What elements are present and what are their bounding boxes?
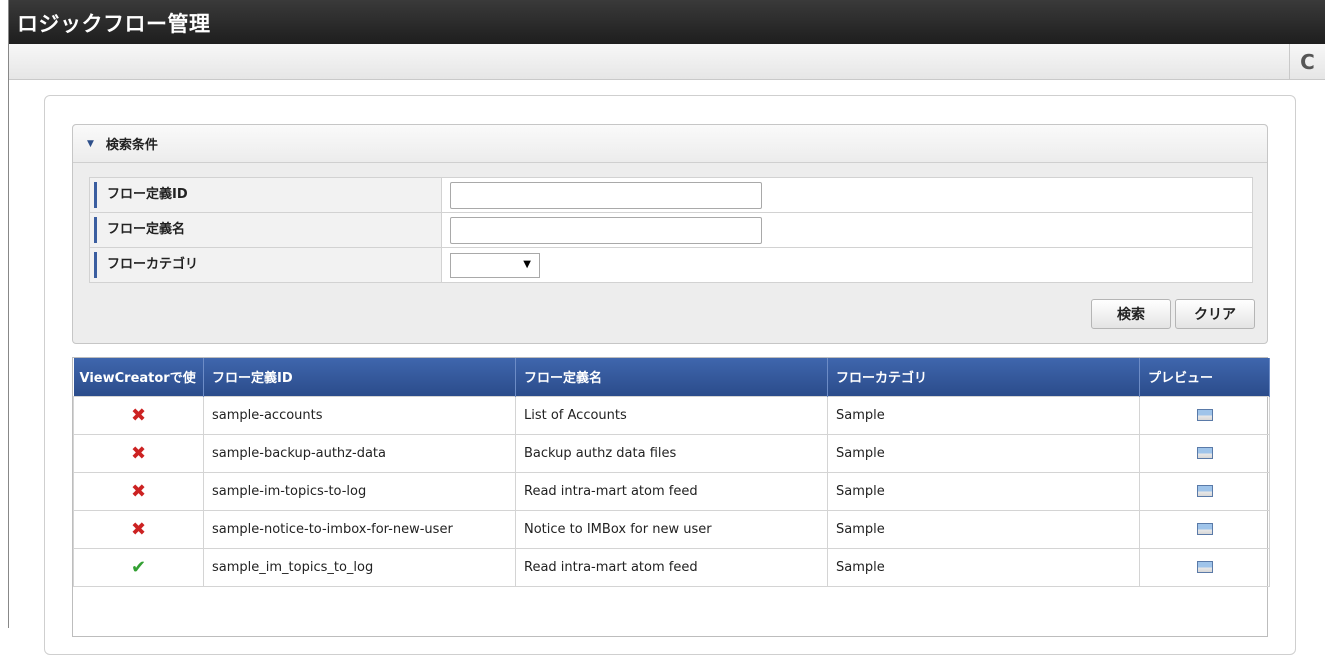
table-row[interactable]: ✔ sample_im_topics_to_log Read intra-mart … [73, 547, 1270, 587]
flow-name-cell: Notice to IMBox for new user [515, 509, 828, 549]
flow-category-label: フローカテゴリ [94, 252, 441, 278]
flow-category-cell: Sample [827, 395, 1140, 435]
refresh-icon[interactable]: C [1289, 44, 1325, 80]
collapse-triangle-icon[interactable]: ▼ [87, 139, 94, 149]
search-conditions-panel: ▼ 検索条件 フロー定義ID フロー定義名 フローカテゴリ ▼ 検索 クリア [72, 124, 1268, 344]
search-conditions-header[interactable]: ▼ 検索条件 [73, 125, 1267, 163]
table-row[interactable]: ✖ sample-backup-authz-data Backup authz da… [73, 433, 1270, 473]
column-header-flow-name[interactable]: フロー定義名 [515, 358, 828, 396]
column-header-flow-id[interactable]: フロー定義ID [203, 358, 516, 396]
cross-icon: ✖ [130, 404, 147, 426]
flow-name-label: フロー定義名 [94, 217, 441, 243]
flow-id-cell: sample-backup-authz-data [203, 433, 516, 473]
flow-list-grid: ViewCreatorで使 フロー定義ID フロー定義名 フローカテゴリ プレビ… [72, 357, 1270, 637]
flow-category-cell: Sample [827, 547, 1140, 587]
search-conditions-label: 検索条件 [105, 138, 158, 153]
table-row[interactable]: ✖ sample-notice-to-imbox-for-new-user Noti… [73, 509, 1270, 549]
preview-icon[interactable] [1196, 561, 1213, 573]
preview-icon[interactable] [1196, 447, 1213, 459]
search-button[interactable]: 検索 [1091, 299, 1171, 329]
window-left-border [0, 0, 9, 628]
toolbar: C [9, 44, 1325, 80]
flow-category-cell: Sample [827, 509, 1140, 549]
clear-button[interactable]: クリア [1175, 299, 1255, 329]
preview-icon[interactable] [1196, 523, 1213, 535]
flow-name-cell: Read intra-mart atom feed [515, 547, 828, 587]
flow-category-cell: Sample [827, 433, 1140, 473]
cross-icon: ✖ [130, 480, 147, 502]
column-header-preview[interactable]: プレビュー [1139, 358, 1270, 396]
cross-icon: ✖ [130, 442, 147, 464]
checkmark-icon: ✔ [130, 556, 147, 578]
condition-row-flow-category: フローカテゴリ ▼ [89, 247, 1253, 283]
preview-icon[interactable] [1196, 485, 1213, 497]
flow-name-cell: Read intra-mart atom feed [515, 471, 828, 511]
flow-id-input[interactable] [450, 181, 762, 209]
flow-name-cell: List of Accounts [515, 395, 828, 435]
condition-row-flow-name: フロー定義名 [89, 212, 1253, 248]
flow-id-cell: sample-notice-to-imbox-for-new-user [203, 509, 516, 549]
table-row[interactable]: ✖ sample-accounts List of Accounts Sample [73, 395, 1270, 435]
flow-category-cell: Sample [827, 471, 1140, 511]
flow-name-cell: Backup authz data files [515, 433, 828, 473]
condition-row-flow-id: フロー定義ID [89, 177, 1253, 213]
title-bar: ロジックフロー管理 [9, 0, 1325, 44]
flow-list-table: ViewCreatorで使 フロー定義ID フロー定義名 フローカテゴリ プレビ… [73, 358, 1270, 587]
table-row[interactable]: ✖ sample-im-topics-to-log Read intra-mart … [73, 471, 1270, 511]
preview-icon[interactable] [1196, 409, 1213, 421]
flow-id-label: フロー定義ID [94, 182, 441, 208]
flow-id-cell: sample_im_topics_to_log [203, 547, 516, 587]
flow-category-select[interactable]: ▼ [450, 252, 540, 278]
column-header-viewcreator[interactable]: ViewCreatorで使 [73, 358, 204, 396]
search-conditions-table: フロー定義ID フロー定義名 フローカテゴリ ▼ [89, 177, 1253, 283]
dropdown-arrow-icon: ▼ [523, 258, 531, 270]
flow-name-input[interactable] [450, 216, 762, 244]
flow-id-cell: sample-im-topics-to-log [203, 471, 516, 511]
flow-id-cell: sample-accounts [203, 395, 516, 435]
grid-header-row: ViewCreatorで使 フロー定義ID フロー定義名 フローカテゴリ プレビ… [73, 358, 1270, 396]
cross-icon: ✖ [130, 518, 147, 540]
column-header-flow-category[interactable]: フローカテゴリ [827, 358, 1140, 396]
page-title: ロジックフロー管理 [17, 12, 211, 36]
